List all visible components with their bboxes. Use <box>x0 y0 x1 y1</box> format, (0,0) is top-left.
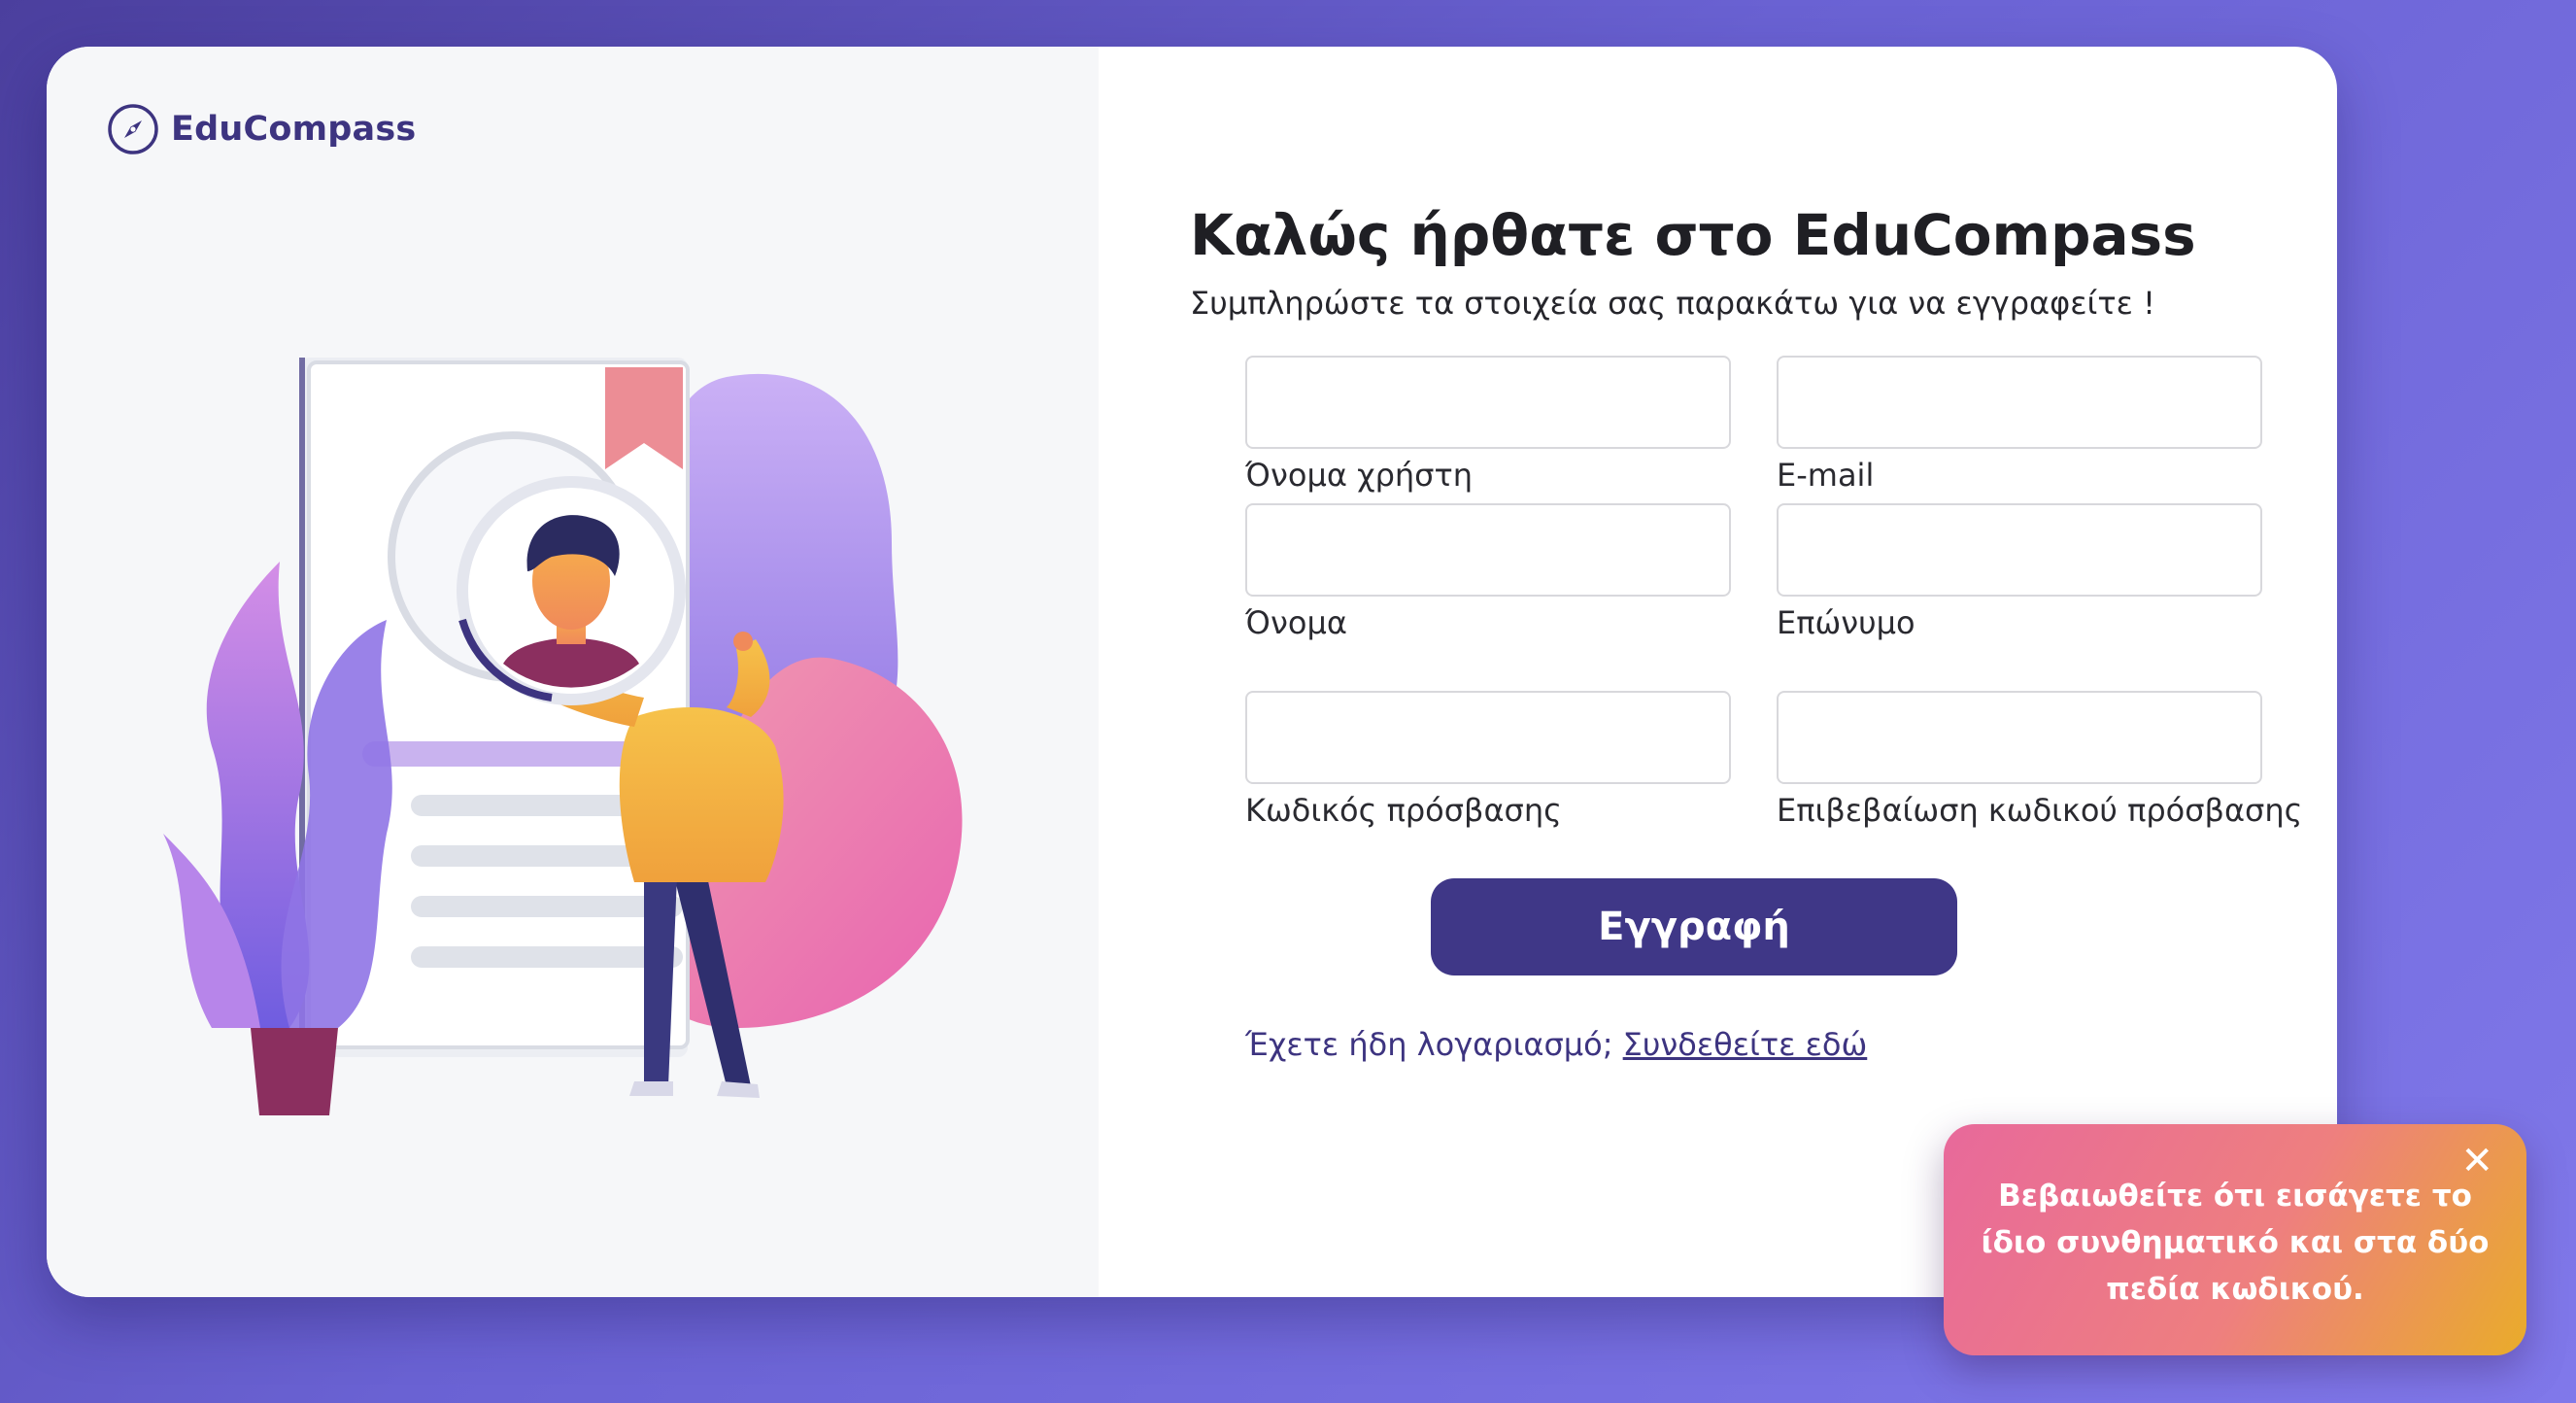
first-name-input[interactable] <box>1245 503 1731 597</box>
password-input[interactable] <box>1245 691 1731 784</box>
username-label: Όνομα χρήστη <box>1245 457 1473 494</box>
email-label: E-mail <box>1777 457 1875 494</box>
last-name-field-group: Επώνυμο <box>1777 503 2262 641</box>
password-field-group: Κωδικός πρόσβασης <box>1245 691 1731 829</box>
registration-form: Καλώς ήρθατε στο EduCompass Συμπληρώστε … <box>1190 47 2303 1297</box>
confirm-password-field-group: Επιβεβαίωση κωδικού πρόσβασης <box>1777 691 2303 829</box>
last-name-label: Επώνυμο <box>1777 604 1915 641</box>
brand-name: EduCompass <box>171 110 417 149</box>
login-prompt: Έχετε ήδη λογαριασμό; Συνδεθείτε εδώ <box>1245 1026 1867 1063</box>
first-name-label: Όνομα <box>1245 604 1347 641</box>
first-name-field-group: Όνομα <box>1245 503 1731 641</box>
confirm-password-input[interactable] <box>1777 691 2262 784</box>
page-title: Καλώς ήρθατε στο EduCompass <box>1190 202 2196 268</box>
illustration-panel: EduCompass <box>47 47 1099 1297</box>
profile-illustration <box>163 358 963 1115</box>
toast-message: Βεβαιωθείτε ότι εισάγετε το ίδιο συνθημα… <box>1981 1179 2490 1307</box>
username-input[interactable] <box>1245 356 1731 449</box>
login-link[interactable]: Συνδεθείτε εδώ <box>1623 1026 1868 1063</box>
username-field-group: Όνομα χρήστη <box>1245 356 1731 494</box>
brand-logo[interactable]: EduCompass <box>107 103 416 155</box>
email-input[interactable] <box>1777 356 2262 449</box>
email-field-group: E-mail <box>1777 356 2262 494</box>
registration-card: EduCompass Καλώς ήρθατε στο EduCompass Σ… <box>47 47 2337 1297</box>
compass-icon <box>108 104 158 154</box>
confirm-password-label: Επιβεβαίωση κωδικού πρόσβασης <box>1777 792 2303 829</box>
password-label: Κωδικός πρόσβασης <box>1245 792 1562 829</box>
register-button[interactable]: Εγγραφή <box>1431 878 1957 975</box>
password-mismatch-toast: ✕ Βεβαιωθείτε ότι εισάγετε το ίδιο συνθη… <box>1944 1124 2526 1355</box>
last-name-input[interactable] <box>1777 503 2262 597</box>
page-subtitle: Συμπληρώστε τα στοιχεία σας παρακάτω για… <box>1190 285 2155 322</box>
login-prompt-text: Έχετε ήδη λογαριασμό; <box>1245 1026 1623 1063</box>
